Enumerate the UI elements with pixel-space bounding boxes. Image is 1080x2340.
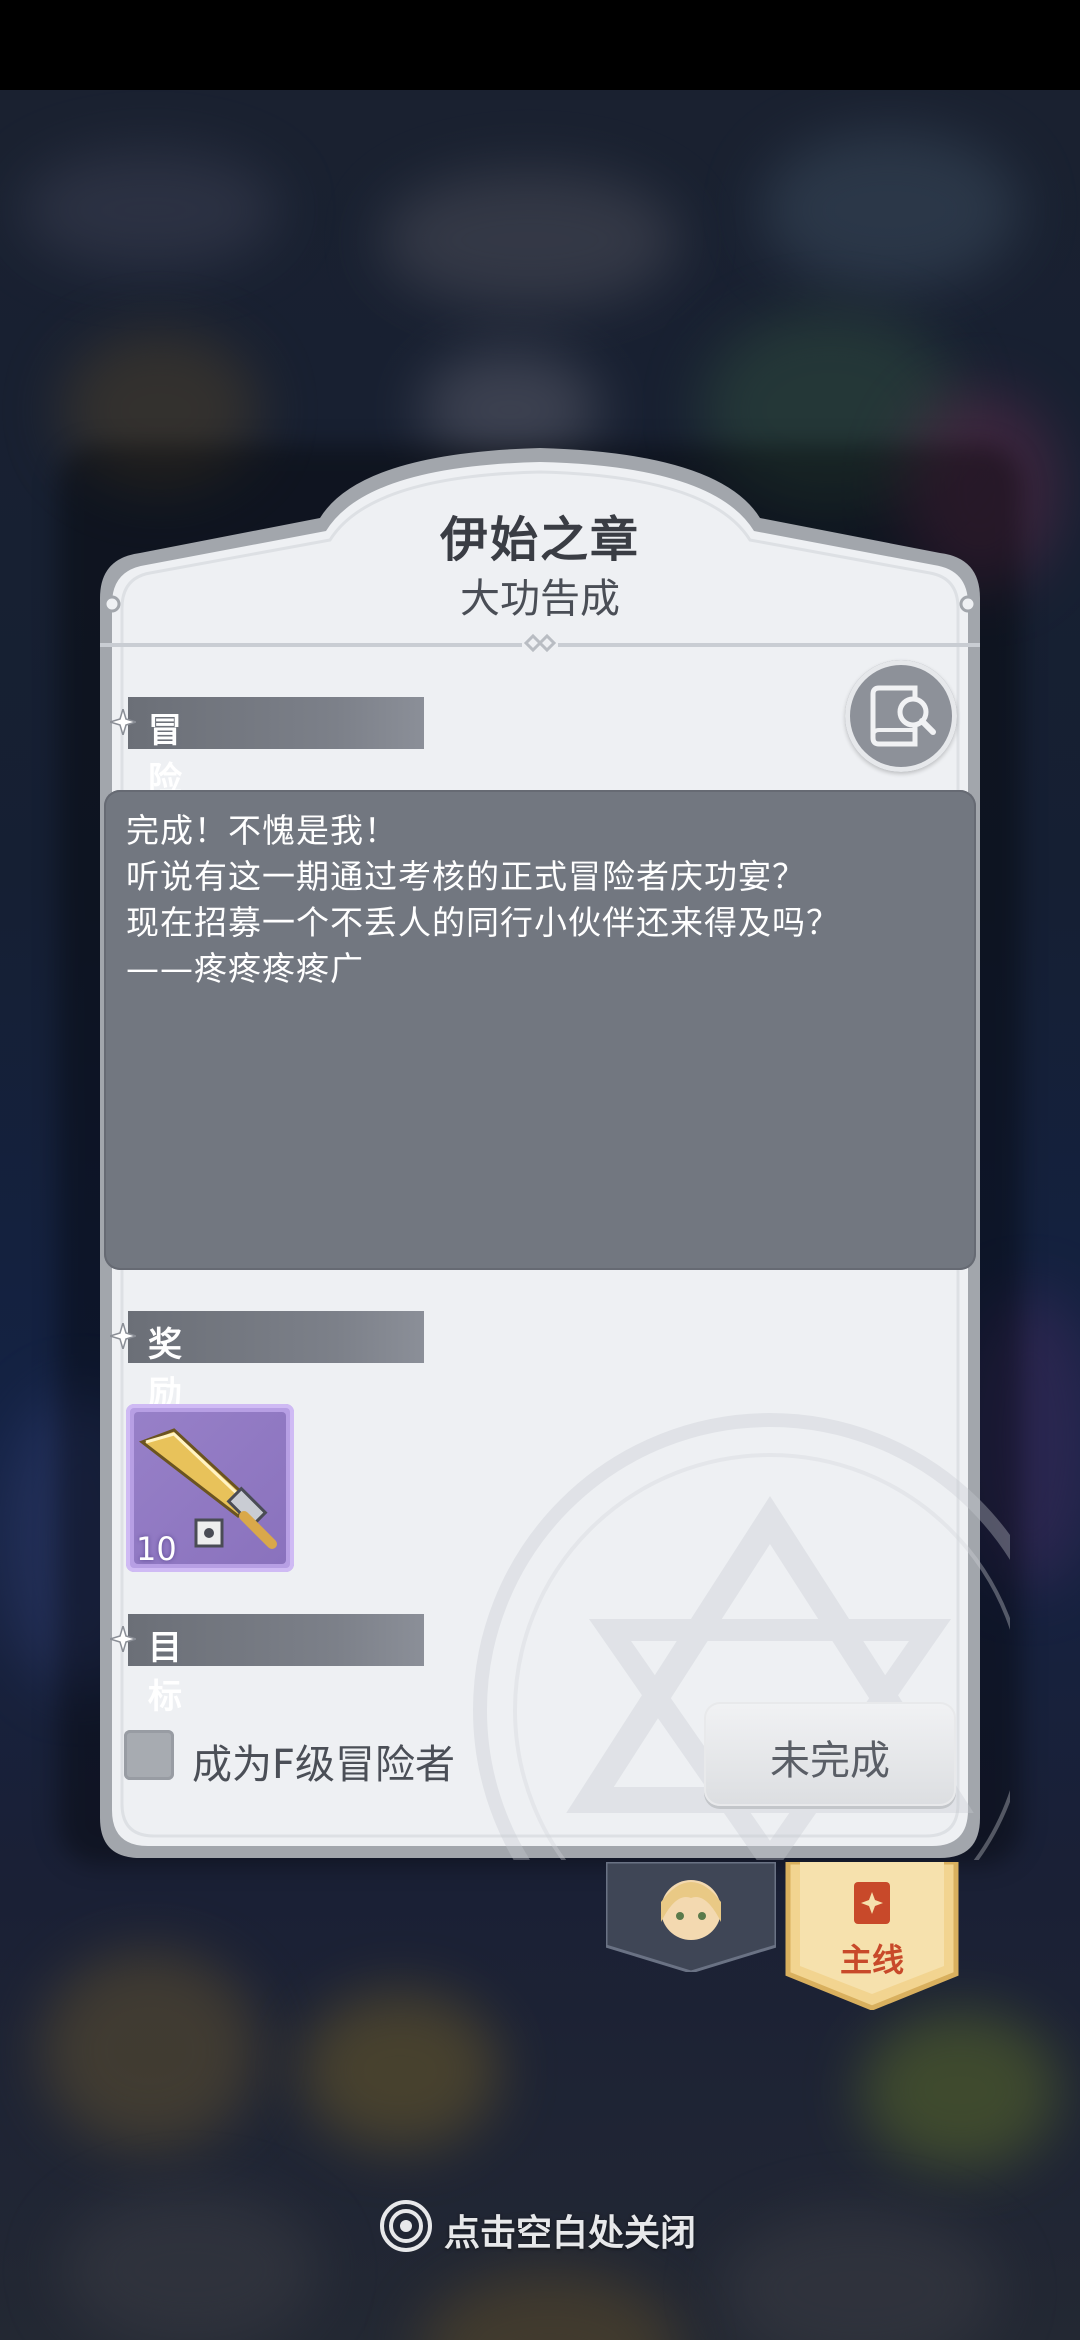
main-quest-tab-label: 主线	[839, 1941, 904, 1979]
character-tab[interactable]	[606, 1862, 776, 1972]
log-line: 听说有这一期通过考核的正式冒险者庆功宴？	[126, 857, 806, 896]
divider-ornament	[522, 632, 558, 654]
diamond-icon	[110, 709, 136, 735]
diamond-icon	[110, 1626, 136, 1652]
adventure-log-box: 完成！不愧是我！ 听说有这一期通过考核的正式冒险者庆功宴？ 现在招募一个不丢人的…	[104, 790, 976, 1270]
status-bar	[0, 0, 1080, 90]
diamond-icon	[110, 1323, 136, 1349]
goal-checkbox	[124, 1730, 174, 1780]
reward-quantity: 10	[136, 1530, 177, 1568]
incomplete-status-button[interactable]: 未完成	[704, 1702, 956, 1806]
log-line: 现在招募一个不丢人的同行小伙伴还来得及吗？	[126, 903, 840, 942]
goal-label: 成为F级冒险者	[192, 1742, 456, 1788]
quest-subtitle: 大功告成	[460, 576, 620, 622]
close-hint-label: 点击空白处关闭	[444, 2213, 697, 2254]
book-search-icon	[870, 685, 936, 747]
status-button-label: 未完成	[770, 1738, 890, 1784]
section-goal-label: 目标	[148, 1628, 183, 1717]
target-ring-icon	[380, 2200, 432, 2252]
log-line: 完成！不愧是我！	[126, 811, 398, 850]
log-search-button[interactable]	[845, 660, 957, 772]
reward-item[interactable]: 10	[126, 1404, 294, 1572]
quest-title: 伊始之章	[439, 512, 640, 568]
log-line: ——疼疼疼疼广	[126, 949, 364, 988]
section-reward-label: 奖励	[148, 1325, 183, 1414]
